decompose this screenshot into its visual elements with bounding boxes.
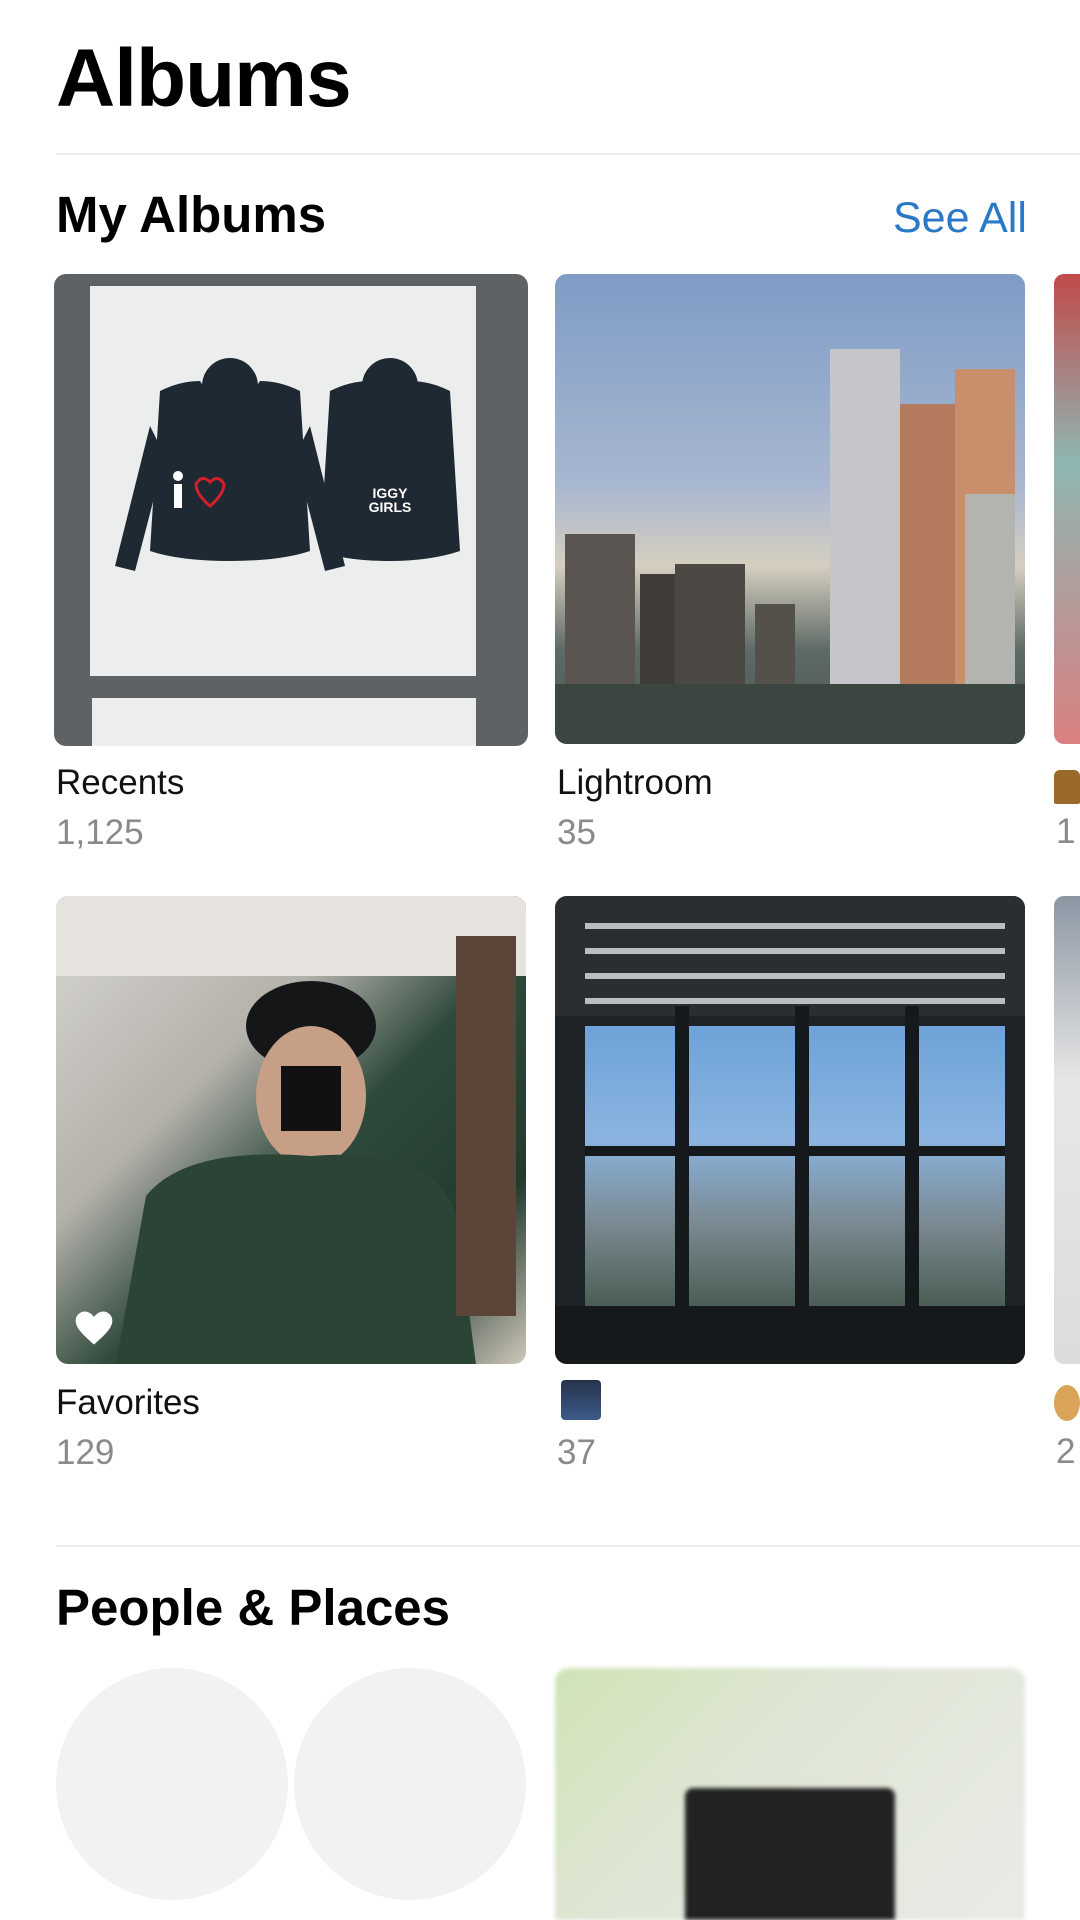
section-title-people-places: People & Places — [56, 1579, 451, 1636]
album-thumbnail-partial[interactable] — [1054, 274, 1080, 744]
city-skyline-photo — [555, 349, 1025, 744]
album-thumbnail-lightroom[interactable] — [555, 274, 1025, 744]
dog-emoji-icon — [1054, 1385, 1080, 1421]
album-count-favorites: 129 — [56, 1433, 115, 1472]
album-thumbnail-recents[interactable]: IGGY GIRLS — [54, 274, 528, 746]
album-thumbnail-cityscape[interactable] — [555, 896, 1025, 1364]
album-count-cityscape: 37 — [557, 1433, 596, 1472]
album-count-partial: 1 — [1056, 812, 1076, 851]
page-title: Albums — [56, 33, 352, 124]
album-count-lightroom: 35 — [557, 813, 596, 852]
awning-slats — [555, 896, 1025, 1016]
see-all-button[interactable]: See All — [893, 193, 1027, 245]
mirror-selfie-photo — [56, 896, 526, 1364]
section-divider — [56, 1545, 1080, 1547]
hoodie-illustration: IGGY GIRLS — [115, 358, 460, 571]
section-title-my-albums: My Albums — [56, 186, 327, 243]
header-divider — [56, 153, 1080, 155]
heart-icon — [75, 1311, 113, 1345]
album-thumbnail-partial-2[interactable] — [1054, 896, 1080, 1364]
album-title-recents: Recents — [56, 763, 185, 802]
album-count-partial-2: 2 — [1056, 1432, 1076, 1471]
places-map-thumbnail[interactable] — [555, 1668, 1025, 1920]
album-title-favorites: Favorites — [56, 1383, 200, 1422]
hoodie-artwork: IGGY GIRLS — [90, 286, 476, 676]
album-emoji-partial — [1054, 770, 1080, 804]
svg-text:GIRLS: GIRLS — [369, 499, 412, 515]
album-thumbnail-favorites[interactable] — [56, 896, 526, 1364]
map-photo-pin — [685, 1788, 895, 1920]
album-count-recents: 1,125 — [56, 813, 144, 852]
people-album-circle[interactable] — [294, 1668, 526, 1900]
cityscape-emoji-icon — [561, 1380, 601, 1420]
people-album-circle[interactable] — [56, 1668, 288, 1900]
album-title-lightroom: Lightroom — [557, 763, 713, 802]
